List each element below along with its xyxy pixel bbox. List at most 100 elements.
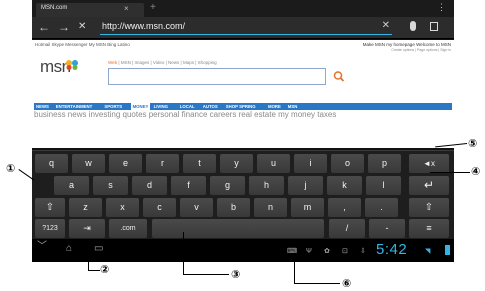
keyboard-status-icon: ⌨: [287, 248, 298, 255]
new-tab-icon[interactable]: +: [150, 3, 156, 13]
callout-6: ⑥: [342, 277, 352, 290]
key-y[interactable]: y: [220, 154, 253, 173]
key-e[interactable]: e: [109, 154, 142, 173]
search-input[interactable]: [108, 68, 326, 85]
system-bar: ﹀ ⌂ ▭ ⌨ Ψ ✿ ⊡ ⇩ 5:42 ◥: [32, 239, 454, 262]
msn-nav-shop-spring[interactable]: SHOP SPRING: [226, 104, 256, 109]
key-x[interactable]: x: [106, 198, 139, 217]
key-v[interactable]: v: [180, 198, 213, 217]
enter-key[interactable]: ↵: [409, 176, 449, 195]
shift-key[interactable]: ⇧: [35, 198, 65, 217]
callout-2-line-h: [88, 270, 100, 271]
key-s[interactable]: s: [93, 176, 128, 195]
msn-butterfly-icon: [66, 60, 78, 70]
notification-icon: ⊡: [342, 248, 348, 255]
key-d[interactable]: d: [132, 176, 167, 195]
msn-nav-msn[interactable]: MSN: [288, 104, 298, 109]
forward-icon[interactable]: →: [58, 20, 70, 34]
search-tab-others[interactable]: | MSN | Images | Video | News | Maps | S…: [117, 60, 216, 65]
key-k[interactable]: k: [327, 176, 362, 195]
microphone-icon[interactable]: [410, 21, 416, 31]
callout-3-line-v: [183, 232, 184, 274]
key-i[interactable]: i: [294, 154, 327, 173]
onscreen-keyboard: qwertyuiop asdfghjkl zxcvbnm,. ◄x ↵ ⇧ ⇧ …: [32, 150, 454, 239]
msn-nav-more[interactable]: MORE: [268, 104, 281, 109]
key-j[interactable]: j: [288, 176, 323, 195]
tablet-screen: MSN.com × + ⋮ ← → ✕ http://www.msn.com/ …: [32, 0, 454, 262]
msn-options[interactable]: Create options | Page options | Sign in: [391, 48, 451, 52]
key-b[interactable]: b: [217, 198, 250, 217]
msn-nav-autos[interactable]: AUTOS: [203, 104, 218, 109]
key-r[interactable]: r: [146, 154, 179, 173]
key-comma[interactable]: ,: [328, 198, 361, 217]
msn-nav-entertainment[interactable]: ENTERTAINMENT: [56, 104, 92, 109]
search-icon[interactable]: [330, 68, 348, 85]
msn-nav-living[interactable]: LIVING: [154, 104, 168, 109]
callout-4-line: [430, 172, 470, 173]
key-a[interactable]: a: [54, 176, 89, 195]
android-icon: ✿: [324, 248, 330, 255]
key-c[interactable]: c: [143, 198, 176, 217]
space-key[interactable]: [152, 219, 324, 238]
url-bar: ← → ✕ http://www.msn.com/ ✕: [32, 17, 454, 39]
key-q[interactable]: q: [35, 154, 68, 173]
callout-4: ④: [471, 165, 481, 178]
key-period[interactable]: .: [365, 198, 398, 217]
tab-bar: MSN.com × + ⋮: [32, 0, 454, 17]
key-h[interactable]: h: [249, 176, 284, 195]
hide-keyboard-icon[interactable]: ﹀: [37, 241, 47, 253]
key-z[interactable]: z: [69, 198, 102, 217]
keyboard-settings-key[interactable]: ≡: [409, 219, 449, 238]
msn-nav-sports[interactable]: SPORTS: [104, 104, 122, 109]
callout-1: ①: [6, 162, 16, 175]
slash-key[interactable]: /: [329, 219, 365, 238]
clock: 5:42: [376, 241, 408, 258]
address-field[interactable]: http://www.msn.com/ ✕: [100, 20, 392, 35]
web-page: Hotmail Skype Messenger My MSN Bing Lati…: [32, 40, 454, 148]
callout-3-line-h: [183, 274, 229, 275]
delete-key[interactable]: ◄x: [409, 154, 449, 173]
dotcom-key[interactable]: .com: [109, 219, 147, 238]
back-icon[interactable]: ←: [38, 20, 50, 34]
key-u[interactable]: u: [257, 154, 290, 173]
address-text: http://www.msn.com/: [102, 21, 186, 31]
msn-welcome[interactable]: Make MSN my homepage Welcome to MSN: [363, 42, 451, 47]
msn-money-sublinks[interactable]: business news investing quotes personal …: [34, 110, 336, 119]
tab-key[interactable]: ⇥: [69, 219, 105, 238]
symbols-key[interactable]: ?123: [35, 219, 65, 238]
bookmark-icon[interactable]: [430, 22, 438, 31]
stop-icon[interactable]: ✕: [78, 20, 86, 34]
clear-icon[interactable]: ✕: [382, 20, 390, 31]
dash-key[interactable]: -: [369, 219, 405, 238]
msn-nav-news[interactable]: NEWS: [36, 104, 49, 109]
shift-right-key[interactable]: ⇧: [409, 198, 449, 217]
download-icon: ⇩: [360, 248, 366, 255]
key-w[interactable]: w: [72, 154, 105, 173]
msn-top-links[interactable]: Hotmail Skype Messenger My MSN Bing Lati…: [35, 42, 130, 47]
msn-nav-local[interactable]: LOCAL: [180, 104, 195, 109]
callout-5: ⑤: [468, 137, 478, 150]
callout-2: ②: [100, 263, 110, 276]
key-p[interactable]: p: [368, 154, 401, 173]
callout-3: ③: [231, 268, 241, 281]
key-t[interactable]: t: [183, 154, 216, 173]
search-verticals[interactable]: Web | MSN | Images | Video | News | Maps…: [108, 60, 217, 65]
usb-icon: Ψ: [306, 248, 312, 255]
key-m[interactable]: m: [291, 198, 324, 217]
browser-tab[interactable]: MSN.com ×: [36, 3, 144, 17]
figure: MSN.com × + ⋮ ← → ✕ http://www.msn.com/ …: [0, 0, 485, 291]
key-g[interactable]: g: [210, 176, 245, 195]
close-tab-icon[interactable]: ×: [124, 4, 129, 13]
key-n[interactable]: n: [254, 198, 287, 217]
key-o[interactable]: o: [331, 154, 364, 173]
overflow-menu-icon[interactable]: ⋮: [437, 2, 446, 13]
recent-apps-icon[interactable]: ▭: [94, 243, 103, 255]
msn-nav-money[interactable]: MONEY: [130, 103, 151, 110]
search-tab-web[interactable]: Web: [108, 60, 117, 65]
callout-6-line-v: [294, 256, 295, 283]
tab-title: MSN.com: [41, 5, 68, 11]
battery-icon: [445, 245, 450, 255]
key-f[interactable]: f: [171, 176, 206, 195]
key-l[interactable]: l: [366, 176, 401, 195]
home-icon[interactable]: ⌂: [66, 243, 72, 255]
